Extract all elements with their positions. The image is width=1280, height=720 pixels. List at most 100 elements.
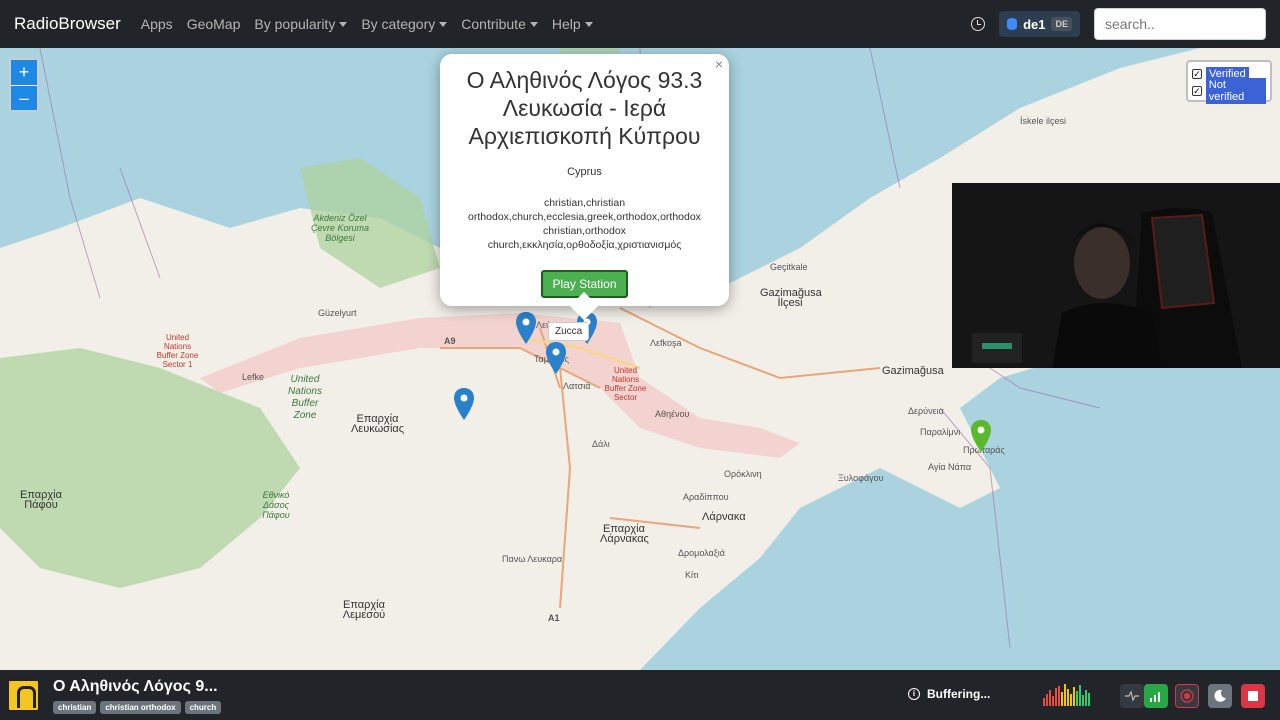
map-label: Κίτι xyxy=(685,570,699,580)
visualizer-bar xyxy=(1067,689,1069,706)
database-icon xyxy=(1007,18,1018,30)
tag-badge[interactable]: christian orthodox xyxy=(100,701,181,714)
nav-help[interactable]: Help xyxy=(552,16,593,32)
map-label: Λεfkoşa xyxy=(650,338,682,348)
player-station-name[interactable]: Ο Αληθινός Λόγος 9... xyxy=(53,678,218,696)
search-input[interactable] xyxy=(1094,8,1266,40)
info-icon: i xyxy=(908,688,920,700)
popup-station-title: Ο Αληθινός Λόγος 93.3 Λευκωσία - Ιερά Αρ… xyxy=(466,67,703,149)
map-label: Πανω Λευκαρα xyxy=(502,554,563,564)
station-marker[interactable] xyxy=(516,312,536,344)
tag-badge[interactable]: christian xyxy=(53,701,97,714)
map-label: Λατσιά xyxy=(563,381,591,391)
visualizer-bar xyxy=(1046,694,1048,706)
map-label: Ορόκλινη xyxy=(724,469,762,479)
chevron-down-icon xyxy=(584,21,593,27)
popup-country: Cyprus xyxy=(567,166,602,178)
marker-tooltip: Zucca xyxy=(548,322,590,341)
map-label: Gazimağusa xyxy=(882,365,944,377)
nav-help-label: Help xyxy=(551,16,581,32)
map-label: Παραλίμνι xyxy=(920,427,961,437)
visualizer-bar xyxy=(1043,698,1045,706)
nav-contribute[interactable]: Contribute xyxy=(461,16,538,32)
visualizer-bar xyxy=(1055,688,1057,706)
map-label: Δάλι xyxy=(592,439,610,449)
nav-geomap-label: GeoMap xyxy=(186,16,241,32)
server-country-badge: DE xyxy=(1051,17,1072,31)
activity-button[interactable] xyxy=(1120,684,1144,708)
zoom-in-button[interactable]: + xyxy=(11,60,37,85)
checkbox-not-verified[interactable]: ✓ xyxy=(1192,85,1202,96)
map-label: Ξυλοφάγου xyxy=(838,473,884,483)
brand-logo[interactable]: RadioBrowser xyxy=(14,14,121,34)
station-marker[interactable] xyxy=(546,342,566,374)
road-label: A1 xyxy=(548,613,560,623)
zoom-control: + – xyxy=(9,58,39,112)
map-label: Επαρχία Λάρνακας xyxy=(600,523,649,545)
chevron-down-icon xyxy=(439,21,448,27)
station-marker[interactable] xyxy=(454,388,474,420)
map-label: Lefke xyxy=(242,372,265,382)
map-label: Αγία Νάπα xyxy=(928,462,972,472)
visualizer-bar xyxy=(1070,694,1072,706)
map-label: United Nations Buffer Zone xyxy=(288,374,322,421)
map-label: Επαρχία Λεμεσού xyxy=(342,599,386,621)
verified-filter: ✓ Verified ✓ Not verified xyxy=(1186,60,1272,104)
stop-icon xyxy=(1248,691,1258,701)
webcam-overlay xyxy=(952,183,1280,368)
map-label: Δρομολαξιά xyxy=(678,548,725,558)
nav-by-category[interactable]: By category xyxy=(361,16,448,32)
webcam-image xyxy=(952,183,1280,368)
map-label: Λάρνακα xyxy=(702,511,746,523)
chevron-down-icon xyxy=(339,21,348,27)
map-label: Geçitkale xyxy=(770,262,808,272)
server-name: de1 xyxy=(1023,16,1046,32)
visualizer-bar xyxy=(1088,693,1090,706)
visualizer-bar xyxy=(1052,696,1054,706)
history-icon[interactable] xyxy=(971,17,986,31)
map-label: Επαρχία Λευκωσίας xyxy=(350,413,405,435)
visualizer-bar xyxy=(1085,690,1087,706)
nav-geomap[interactable]: GeoMap xyxy=(187,16,241,32)
dark-mode-toggle[interactable] xyxy=(1208,684,1232,708)
map-label: Akdeniz Özel Çevre Koruma Bölgesi xyxy=(310,213,370,243)
visualizer-bar xyxy=(1058,686,1060,706)
nav-contribute-label: Contribute xyxy=(461,16,526,32)
checkbox-verified[interactable]: ✓ xyxy=(1192,68,1202,79)
play-station-button[interactable]: Play Station xyxy=(541,270,628,298)
popup-tags: christian,christian orthodox,church,eccl… xyxy=(468,197,701,251)
station-marker[interactable] xyxy=(971,420,991,452)
stop-button[interactable] xyxy=(1241,684,1265,708)
signal-bars-icon xyxy=(1150,692,1160,702)
road-label: A9 xyxy=(444,336,456,346)
map-label: İskele ilçesi xyxy=(1020,116,1067,126)
signal-button[interactable] xyxy=(1144,684,1168,708)
nav-by-popularity[interactable]: By popularity xyxy=(254,16,348,32)
nav-apps[interactable]: Apps xyxy=(141,16,173,32)
visualizer-bar xyxy=(1082,695,1084,706)
record-icon xyxy=(1180,689,1194,703)
nav-apps-label: Apps xyxy=(140,16,173,32)
zoom-out-button[interactable]: – xyxy=(11,85,37,110)
station-popup: × Ο Αληθινός Λόγος 93.3 Λευκωσία - Ιερά … xyxy=(440,54,729,306)
player-status: i Buffering... xyxy=(908,687,990,701)
server-selector[interactable]: de1 DE xyxy=(999,11,1080,37)
visualizer-bar xyxy=(1073,687,1075,706)
visualizer-bar xyxy=(1064,684,1066,706)
visualizer-bar xyxy=(1076,691,1078,706)
moon-icon xyxy=(1214,689,1226,702)
pulse-icon xyxy=(1125,690,1139,702)
visualizer-bar xyxy=(1061,692,1063,706)
map-label: Εθνικό Δάσος Πάφου xyxy=(262,490,290,520)
visualizer-bar xyxy=(1049,690,1051,706)
map-label: United Nations Buffer Zone Sector xyxy=(604,366,647,402)
map-label: Güzelyurt xyxy=(318,308,357,318)
filter-not-verified[interactable]: ✓ Not verified xyxy=(1192,77,1266,104)
tag-badge[interactable]: church xyxy=(184,701,222,714)
status-text: Buffering... xyxy=(927,687,991,701)
record-button[interactable] xyxy=(1175,684,1199,708)
chevron-down-icon xyxy=(529,21,538,27)
nav-by-category-label: By category xyxy=(361,16,436,32)
map-label: Δερύνεια xyxy=(908,406,944,416)
close-icon[interactable]: × xyxy=(715,56,723,72)
